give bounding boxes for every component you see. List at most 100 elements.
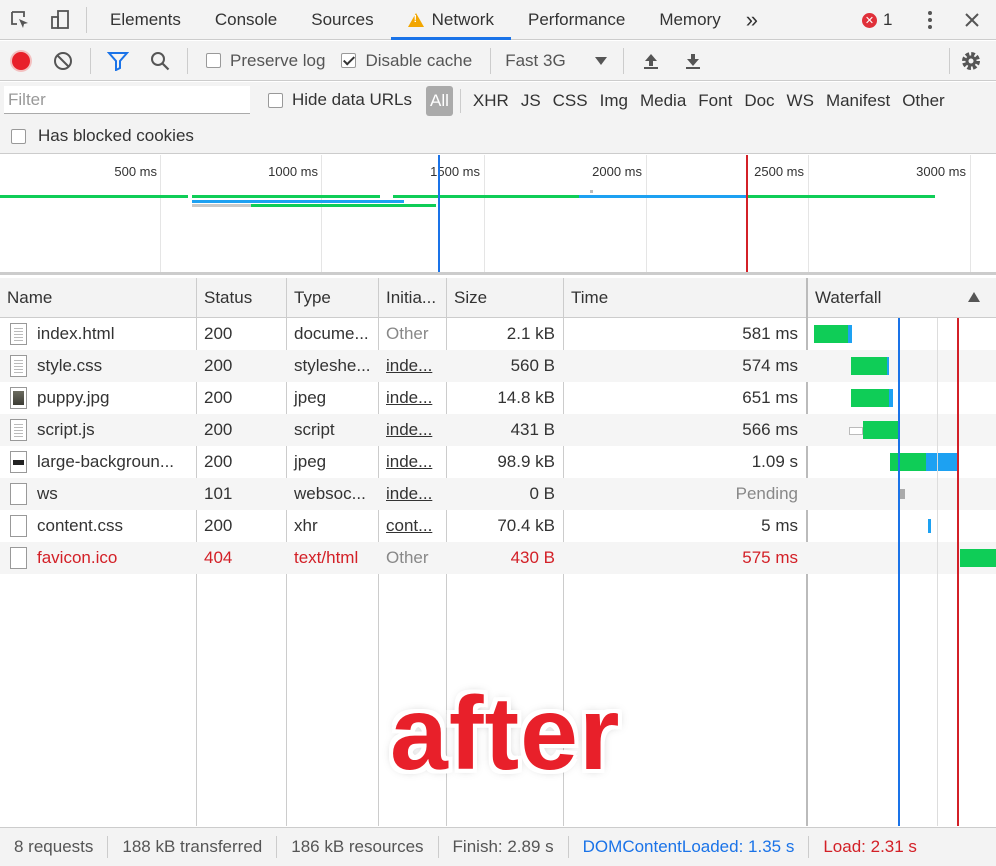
- throttling-select[interactable]: Fast 3G: [497, 51, 617, 71]
- load-event-marker: [746, 155, 748, 272]
- divider: [90, 47, 91, 74]
- type-filter-manifest[interactable]: Manifest: [820, 86, 896, 116]
- record-button[interactable]: [0, 41, 42, 81]
- type-filter-doc[interactable]: Doc: [738, 86, 780, 116]
- divider: [490, 47, 492, 74]
- close-icon[interactable]: [952, 0, 992, 40]
- column-header-type[interactable]: Type: [287, 278, 379, 318]
- blank-file-icon: [10, 483, 27, 505]
- network-settings-button[interactable]: [950, 41, 992, 81]
- request-size: 2.1 kB: [506, 324, 555, 343]
- disable-cache-box[interactable]: [341, 53, 357, 68]
- tab-memory[interactable]: Memory: [642, 0, 737, 40]
- gear-icon: [962, 51, 980, 70]
- column-header-name[interactable]: Name: [0, 278, 197, 318]
- record-icon: [12, 51, 30, 70]
- type-filter-ws[interactable]: WS: [781, 86, 820, 116]
- type-filter-img[interactable]: Img: [594, 86, 634, 116]
- table-row[interactable]: index.html 200 docume... Other 2.1 kB 58…: [0, 318, 996, 350]
- table-row[interactable]: favicon.ico 404 text/html Other 430 B 57…: [0, 542, 996, 574]
- column-header-initiator[interactable]: Initia...: [379, 278, 447, 318]
- search-button[interactable]: [139, 41, 181, 81]
- table-row[interactable]: ws 101 websoc... inde... 0 B Pending: [0, 478, 996, 510]
- hide-data-urls-checkbox[interactable]: Hide data URLs: [268, 90, 412, 110]
- resources-size: 186 kB resources: [291, 837, 424, 856]
- overview-timeline[interactable]: 500 ms 1000 ms 1500 ms 2000 ms 2500 ms 3…: [0, 155, 996, 275]
- request-initiator-link[interactable]: inde...: [379, 382, 446, 414]
- has-blocked-cookies-box[interactable]: [11, 128, 26, 144]
- request-time: 651 ms: [742, 388, 798, 407]
- tab-console[interactable]: Console: [198, 0, 294, 40]
- request-initiator-link[interactable]: inde...: [379, 478, 446, 510]
- overview-bar: [192, 200, 404, 203]
- type-filter-css[interactable]: CSS: [547, 86, 594, 116]
- request-initiator-link[interactable]: inde...: [379, 414, 446, 446]
- tab-elements[interactable]: Elements: [93, 0, 198, 40]
- column-header-size[interactable]: Size: [447, 278, 564, 318]
- column-header-time[interactable]: Time: [564, 278, 808, 318]
- table-row[interactable]: large-backgroun... 200 jpeg inde... 98.9…: [0, 446, 996, 478]
- import-har-button[interactable]: [630, 41, 672, 81]
- tab-sources[interactable]: Sources: [294, 0, 390, 40]
- waterfall-bar: [887, 357, 889, 375]
- request-type: text/html: [294, 548, 359, 567]
- request-size: 430 B: [510, 548, 555, 567]
- request-status: 200: [204, 356, 233, 375]
- type-filter-js[interactable]: JS: [515, 86, 547, 116]
- request-size: 98.9 kB: [497, 452, 555, 471]
- error-count-badge[interactable]: ✕ 1: [862, 10, 892, 30]
- document-icon: [10, 355, 27, 377]
- request-name: style.css: [37, 356, 103, 375]
- overview-bar: [579, 195, 747, 198]
- inspect-element-icon[interactable]: [0, 0, 40, 40]
- request-status: 200: [204, 324, 233, 343]
- request-initiator-link[interactable]: cont...: [379, 510, 446, 542]
- device-toolbar-icon[interactable]: [40, 0, 80, 40]
- kebab-menu-icon[interactable]: [910, 0, 950, 40]
- document-icon: [10, 323, 27, 345]
- table-row[interactable]: puppy.jpg 200 jpeg inde... 14.8 kB 651 m…: [0, 382, 996, 414]
- divider: [623, 47, 625, 74]
- table-row[interactable]: style.css 200 styleshe... inde... 560 B …: [0, 350, 996, 382]
- type-filter-font[interactable]: Font: [692, 86, 738, 116]
- export-har-button[interactable]: [672, 41, 714, 81]
- request-type: docume...: [294, 324, 369, 343]
- after-caption: after: [390, 676, 621, 792]
- column-header-waterfall[interactable]: Waterfall: [808, 278, 996, 318]
- request-time: 1.09 s: [751, 452, 798, 471]
- more-tabs-button[interactable]: »: [738, 0, 766, 40]
- hide-data-urls-box[interactable]: [268, 92, 283, 108]
- waterfall-bar: [890, 453, 926, 471]
- tab-network-label: Network: [431, 9, 494, 29]
- network-summary-bar: 8 requests 188 kB transferred 186 kB res…: [0, 827, 996, 866]
- request-initiator-link[interactable]: inde...: [379, 350, 446, 382]
- request-status: 404: [204, 548, 233, 567]
- preserve-log-box[interactable]: [206, 53, 221, 68]
- filter-input[interactable]: [4, 86, 250, 114]
- table-row[interactable]: script.js 200 script inde... 431 B 566 m…: [0, 414, 996, 446]
- request-initiator: Other: [386, 548, 429, 567]
- filter-toggle-button[interactable]: [97, 41, 139, 81]
- clear-button[interactable]: [42, 41, 84, 81]
- type-filter-xhr[interactable]: XHR: [467, 86, 515, 116]
- request-initiator-link[interactable]: inde...: [379, 446, 446, 478]
- waterfall-label: Waterfall: [815, 288, 882, 307]
- table-row[interactable]: content.css 200 xhr cont... 70.4 kB 5 ms: [0, 510, 996, 542]
- request-time: 575 ms: [742, 548, 798, 567]
- overview-bar: [393, 195, 579, 198]
- column-header-status[interactable]: Status: [197, 278, 287, 318]
- request-name: script.js: [37, 420, 95, 439]
- preserve-log-checkbox[interactable]: Preserve log: [194, 51, 337, 71]
- type-filter-other[interactable]: Other: [896, 86, 951, 116]
- tab-network[interactable]: Network: [390, 0, 511, 40]
- type-filter-all[interactable]: All: [426, 86, 453, 116]
- has-blocked-cookies-checkbox[interactable]: Has blocked cookies: [11, 126, 194, 146]
- document-icon: [10, 419, 27, 441]
- request-time: 566 ms: [742, 420, 798, 439]
- upload-icon: [644, 53, 659, 69]
- timeline-tick-label: 1500 ms: [430, 164, 480, 179]
- waterfall-bar: [863, 421, 898, 439]
- type-filter-media[interactable]: Media: [634, 86, 692, 116]
- disable-cache-checkbox[interactable]: Disable cache: [337, 51, 484, 71]
- tab-performance[interactable]: Performance: [511, 0, 642, 40]
